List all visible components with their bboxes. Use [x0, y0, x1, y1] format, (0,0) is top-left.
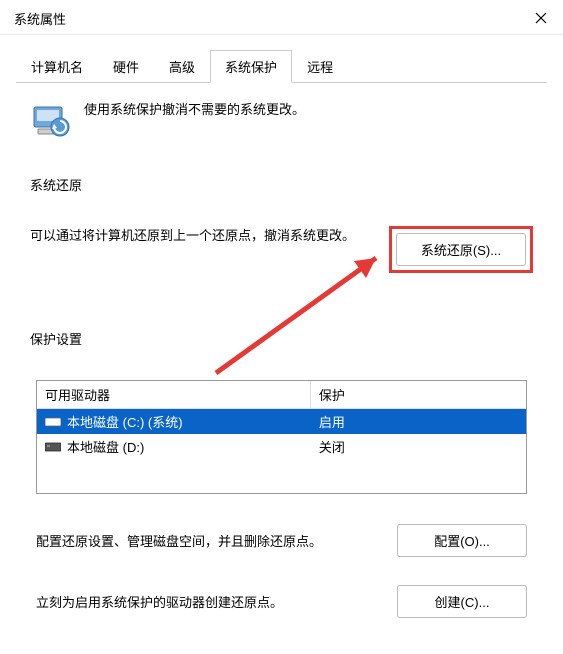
tab-advanced[interactable]: 高级: [154, 50, 210, 83]
disk-icon: [45, 416, 61, 428]
restore-button-highlight: 系统还原(S)...: [389, 226, 533, 273]
drive-name: 本地磁盘 (C:) (系统): [67, 412, 183, 431]
drive-table-body: 本地磁盘 (C:) (系统) 启用 本地磁盘 (D:) 关闭: [37, 409, 526, 493]
configure-button[interactable]: 配置(O)...: [397, 524, 527, 557]
restore-row: 可以通过将计算机还原到上一个还原点，撤消系统更改。 系统还原(S)...: [30, 226, 533, 273]
tab-computer-name[interactable]: 计算机名: [16, 50, 98, 83]
restore-section-label: 系统还原: [30, 175, 533, 194]
window-title: 系统属性: [14, 9, 66, 28]
drive-protect-status: 关闭: [311, 434, 526, 459]
protect-section-label: 保护设置: [30, 329, 533, 348]
drive-protect-status: 启用: [311, 409, 526, 434]
configure-row: 配置还原设置、管理磁盘空间，并且删除还原点。 配置(O)...: [36, 524, 527, 557]
tab-system-protection[interactable]: 系统保护: [210, 50, 292, 83]
system-restore-button[interactable]: 系统还原(S)...: [396, 233, 526, 266]
close-icon: [535, 12, 547, 24]
titlebar: 系统属性: [0, 0, 563, 35]
tab-bar: 计算机名 硬件 高级 系统保护 远程: [16, 49, 547, 83]
drive-name: 本地磁盘 (D:): [67, 437, 144, 456]
tab-remote[interactable]: 远程: [292, 50, 348, 83]
close-button[interactable]: [531, 8, 551, 28]
tab-hardware[interactable]: 硬件: [98, 50, 154, 83]
tab-content: 使用系统保护撤消不需要的系统更改。 系统还原 可以通过将计算机还原到上一个还原点…: [16, 83, 547, 638]
disk-icon: [45, 441, 61, 453]
drive-row[interactable]: 本地磁盘 (C:) (系统) 启用: [37, 409, 526, 434]
col-header-drive[interactable]: 可用驱动器: [37, 381, 311, 408]
col-header-protect[interactable]: 保护: [311, 381, 526, 408]
system-protection-icon: [30, 99, 70, 139]
drive-row[interactable]: 本地磁盘 (D:) 关闭: [37, 434, 526, 459]
intro-row: 使用系统保护撤消不需要的系统更改。: [30, 99, 533, 139]
create-description: 立刻为启用系统保护的驱动器创建还原点。: [36, 592, 381, 611]
create-button[interactable]: 创建(C)...: [397, 585, 527, 618]
dialog-body: 计算机名 硬件 高级 系统保护 远程 使用系统保护撤消不需要的系统更改。 系统还…: [0, 35, 563, 654]
intro-text: 使用系统保护撤消不需要的系统更改。: [84, 99, 305, 118]
drive-table: 可用驱动器 保护 本地磁盘 (C:) (系统) 启用: [36, 380, 527, 494]
create-row: 立刻为启用系统保护的驱动器创建还原点。 创建(C)...: [36, 585, 527, 618]
restore-description: 可以通过将计算机还原到上一个还原点，撤消系统更改。: [30, 226, 373, 246]
drive-table-header: 可用驱动器 保护: [37, 381, 526, 409]
configure-description: 配置还原设置、管理磁盘空间，并且删除还原点。: [36, 531, 381, 550]
